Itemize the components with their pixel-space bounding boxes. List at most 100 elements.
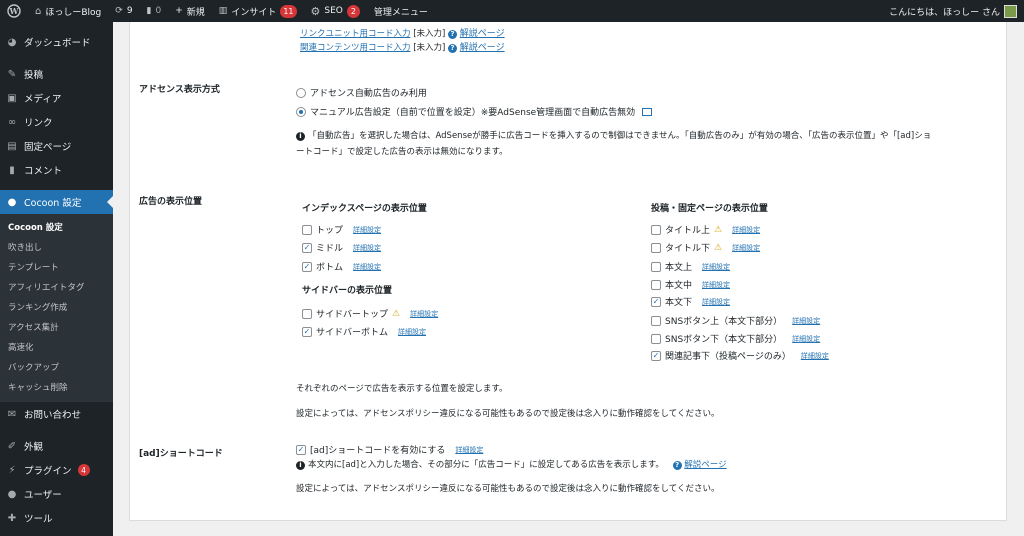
menu-comments[interactable]: ▮ コメント	[0, 158, 113, 182]
sns-bottom-option[interactable]: SNSボタン下（本文下部分） 詳細設定	[651, 332, 820, 345]
detail-link[interactable]: 詳細設定	[410, 309, 438, 319]
admin-bar: W ⌂ ほっしーBlog ⟳ 9 ▮ 0 + 新規 ▥ インサイト 11 ⚙ S…	[0, 0, 1024, 22]
related-bottom-checkbox[interactable]: ✓	[651, 350, 661, 361]
post-title-bottom-checkbox[interactable]	[651, 242, 661, 253]
image-icon[interactable]	[642, 107, 653, 116]
sidebar-bottom-checkbox[interactable]: ✓	[302, 326, 312, 337]
submenu-affiliate-tag[interactable]: アフィリエイトタグ	[0, 278, 113, 298]
ad-mode-manual-option[interactable]: マニュアル広告設定（自前で位置を設定）※要AdSense管理画面で自動広告無効	[296, 105, 653, 118]
submenu-access[interactable]: アクセス集計	[0, 318, 113, 338]
shortcode-option[interactable]: ✓ [ad]ショートコードを有効にする 詳細設定	[296, 443, 483, 456]
menu-pages[interactable]: ▤ 固定ページ	[0, 134, 113, 158]
detail-link[interactable]: 詳細設定	[702, 280, 730, 290]
index-top-option[interactable]: トップ 詳細設定	[302, 223, 381, 236]
detail-link[interactable]: 詳細設定	[792, 316, 820, 326]
menu-label: メディア	[24, 94, 62, 105]
menu-links[interactable]: ∞ リンク	[0, 110, 113, 134]
post-body-bottom-option[interactable]: ✓ 本文下 詳細設定	[651, 295, 730, 308]
manage-menu-link[interactable]: 管理メニュー	[367, 0, 435, 22]
new-content-link[interactable]: + 新規	[168, 0, 212, 22]
detail-link[interactable]: 詳細設定	[792, 334, 820, 344]
detail-link[interactable]: 詳細設定	[398, 327, 426, 337]
menu-cocoon-settings[interactable]: ● Cocoon 設定	[0, 190, 113, 214]
site-name-link[interactable]: ⌂ ほっしーBlog	[28, 0, 108, 22]
post-title-top-checkbox[interactable]	[651, 224, 661, 235]
dashboard-icon: ◕	[7, 36, 17, 48]
option-label: ボトム	[316, 263, 344, 273]
sidebar-bottom-option[interactable]: ✓ サイドバーボトム 詳細設定	[302, 325, 426, 338]
post-title-bottom-option[interactable]: タイトル下 ⚠ 詳細設定	[651, 241, 760, 254]
ad-mode-auto-radio[interactable]	[296, 87, 306, 98]
shortcode-help-link[interactable]: 解説ページ	[684, 460, 726, 470]
detail-link[interactable]: 詳細設定	[732, 243, 760, 253]
post-body-top-checkbox[interactable]	[651, 261, 661, 272]
menu-label: ユーザー	[24, 490, 62, 501]
plus-icon: +	[175, 6, 183, 16]
submenu-template[interactable]: テンプレート	[0, 258, 113, 278]
related-content-code-link[interactable]: 関連コンテンツ用コード入力	[300, 43, 411, 53]
related-content-help-link[interactable]: 解説ページ	[460, 43, 505, 53]
submenu-speedup[interactable]: 高速化	[0, 338, 113, 358]
menu-users[interactable]: ● ユーザー	[0, 482, 113, 506]
sns-top-checkbox[interactable]	[651, 315, 661, 326]
comments-link[interactable]: ▮ 0	[140, 0, 169, 22]
wordpress-logo-button[interactable]: W	[0, 0, 28, 22]
submenu-cocoon-settings[interactable]: Cocoon 設定	[0, 218, 113, 238]
admin-sidebar: ◕ ダッシュボード ✎ 投稿 ▣ メディア ∞ リンク ▤ 固定ページ ▮ コメント ● Co…	[0, 22, 113, 536]
shortcode-checkbox[interactable]: ✓	[296, 444, 306, 455]
insight-link[interactable]: ▥ インサイト 11	[212, 0, 304, 22]
detail-link[interactable]: 詳細設定	[353, 225, 381, 235]
menu-tools[interactable]: ✚ ツール	[0, 506, 113, 530]
sns-bottom-checkbox[interactable]	[651, 333, 661, 344]
menu-dashboard[interactable]: ◕ ダッシュボード	[0, 30, 113, 54]
related-bottom-option[interactable]: ✓ 関連記事下（投稿ページのみ） 詳細設定	[651, 349, 829, 362]
detail-link[interactable]: 詳細設定	[353, 262, 381, 272]
option-label: トップ	[316, 226, 344, 236]
index-bottom-option[interactable]: ✓ ボトム 詳細設定	[302, 260, 381, 273]
menu-contact[interactable]: ✉ お問い合わせ	[0, 402, 113, 426]
sns-top-option[interactable]: SNSボタン上（本文下部分） 詳細設定	[651, 314, 820, 327]
detail-link[interactable]: 詳細設定	[353, 243, 381, 253]
account-menu[interactable]: こんにちは、ほっしー さん	[882, 0, 1024, 22]
post-body-bottom-checkbox[interactable]: ✓	[651, 296, 661, 307]
submenu-cache-clear[interactable]: キャッシュ削除	[0, 378, 113, 398]
menu-appearance[interactable]: ✐ 外観	[0, 434, 113, 458]
related-content-row: 関連コンテンツ用コード入力 [未入力] ? 解説ページ	[300, 42, 505, 55]
detail-link[interactable]: 詳細設定	[702, 262, 730, 272]
menu-media[interactable]: ▣ メディア	[0, 86, 113, 110]
menu-plugins[interactable]: ⚡ プラグイン 4	[0, 458, 113, 482]
updates-count: 9	[126, 6, 133, 16]
sidebar-top-option[interactable]: サイドバートップ ⚠ 詳細設定	[302, 307, 438, 320]
index-top-checkbox[interactable]	[302, 224, 312, 235]
seo-link[interactable]: ⚙ SEO 2	[304, 0, 367, 22]
plugins-badge: 4	[77, 464, 90, 476]
option-label: 本文中	[665, 281, 693, 291]
post-title-top-option[interactable]: タイトル上 ⚠ 詳細設定	[651, 223, 760, 236]
submenu-backup[interactable]: バックアップ	[0, 358, 113, 378]
detail-link[interactable]: 詳細設定	[732, 225, 760, 235]
sidebar-top-checkbox[interactable]	[302, 308, 312, 319]
updates-link[interactable]: ⟳ 9	[108, 0, 139, 22]
index-bottom-checkbox[interactable]: ✓	[302, 261, 312, 272]
mail-icon: ✉	[7, 408, 17, 420]
post-body-middle-option[interactable]: 本文中 詳細設定	[651, 278, 730, 291]
link-unit-help-link[interactable]: 解説ページ	[460, 29, 505, 39]
detail-link[interactable]: 詳細設定	[801, 351, 829, 361]
menu-posts[interactable]: ✎ 投稿	[0, 62, 113, 86]
shortcode-checkbox-label: [ad]ショートコードを有効にする	[310, 446, 446, 456]
index-middle-checkbox[interactable]: ✓	[302, 242, 312, 253]
submenu-ranking[interactable]: ランキング作成	[0, 298, 113, 318]
index-middle-option[interactable]: ✓ ミドル 詳細設定	[302, 241, 381, 254]
detail-link[interactable]: 詳細設定	[455, 445, 483, 455]
ad-mode-note-line1: 「自動広告」を選択した場合は、AdSenseが勝手に広告コードを挿入するので制御…	[308, 131, 932, 141]
detail-link[interactable]: 詳細設定	[702, 297, 730, 307]
ad-position-label: 広告の表示位置	[139, 197, 203, 207]
ad-mode-auto-option[interactable]: アドセンス自動広告のみ利用	[296, 86, 427, 99]
option-label: サイドバートップ	[316, 310, 389, 320]
user-icon: ●	[7, 488, 17, 500]
post-body-middle-checkbox[interactable]	[651, 279, 661, 290]
submenu-balloon[interactable]: 吹き出し	[0, 238, 113, 258]
link-unit-code-link[interactable]: リンクユニット用コード入力	[300, 29, 411, 39]
post-body-top-option[interactable]: 本文上 詳細設定	[651, 260, 730, 273]
ad-mode-manual-radio[interactable]	[296, 106, 306, 117]
